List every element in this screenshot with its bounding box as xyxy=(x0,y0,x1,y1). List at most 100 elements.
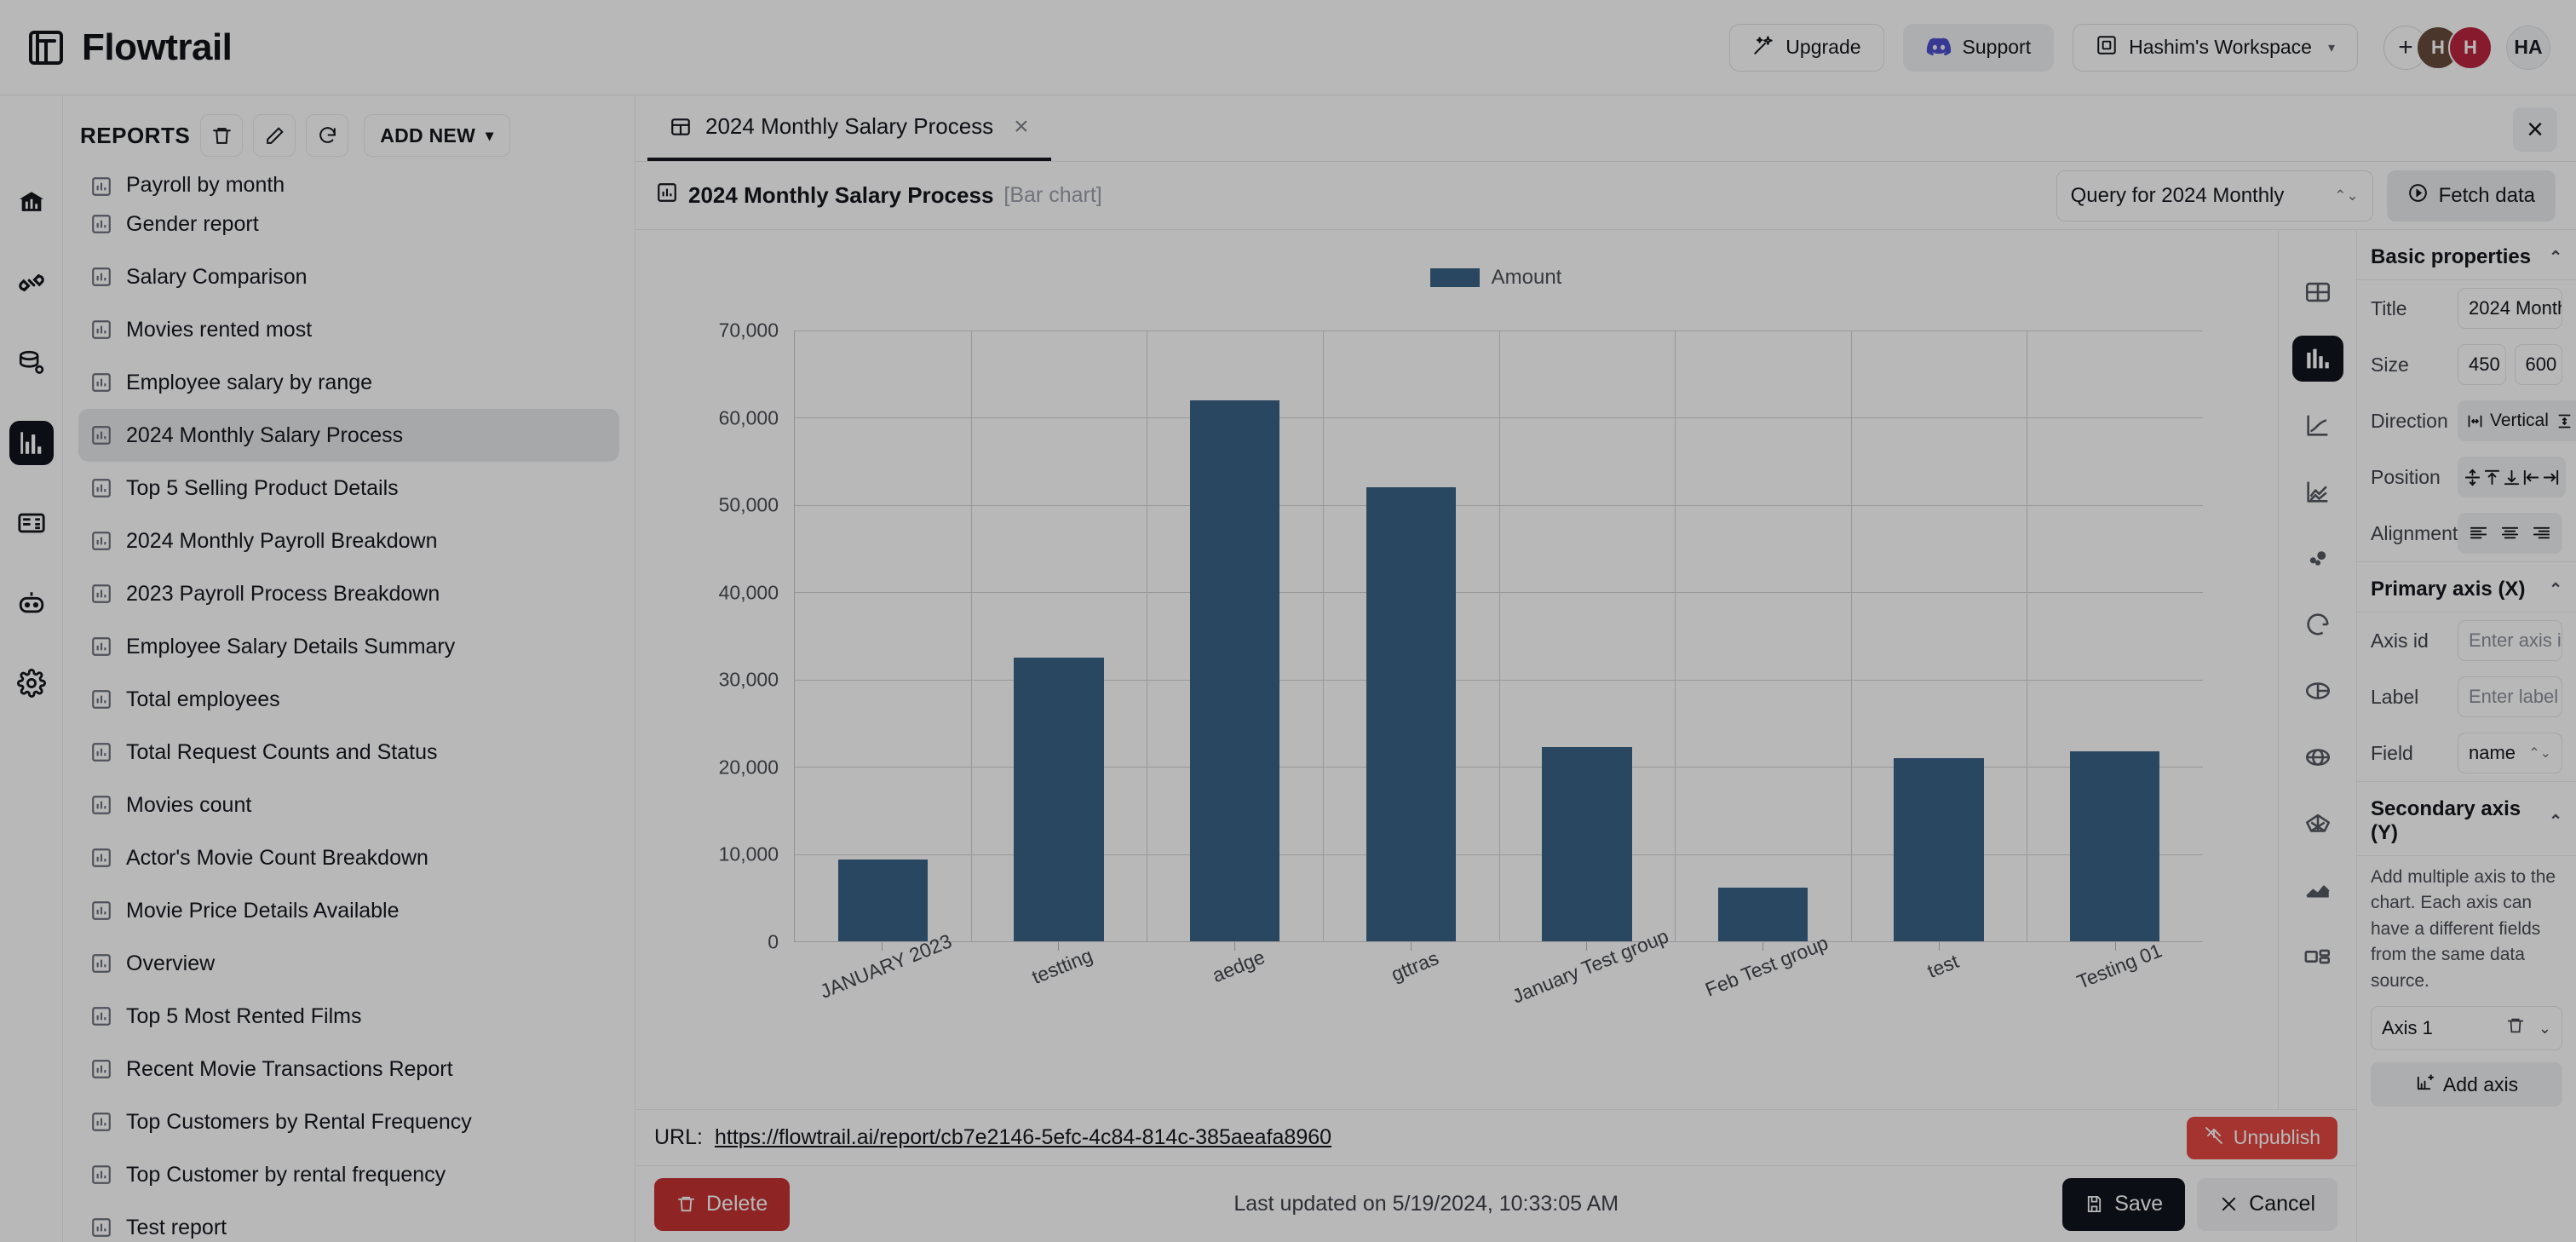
align-left-icon[interactable] xyxy=(2469,524,2488,543)
bar[interactable] xyxy=(2070,750,2160,941)
bar[interactable] xyxy=(1542,746,1632,941)
position-left-icon[interactable] xyxy=(2521,468,2541,487)
settings-gear-icon[interactable] xyxy=(9,661,54,705)
axis-field-select[interactable]: name ⌃⌄ xyxy=(2458,733,2562,773)
bar[interactable] xyxy=(1189,400,1280,941)
report-list-item[interactable]: 2024 Monthly Payroll Breakdown xyxy=(78,515,619,567)
report-list-item[interactable]: Movies rented most xyxy=(78,303,619,356)
direction-vertical-button[interactable]: Vertical xyxy=(2463,411,2552,431)
save-button[interactable]: Save xyxy=(2062,1177,2186,1231)
bar-slot xyxy=(1851,331,2027,941)
position-top-icon[interactable] xyxy=(2482,468,2502,487)
report-list-item[interactable]: Top Customers by Rental Frequency xyxy=(78,1095,619,1148)
chevron-up-icon: ⌃ xyxy=(2549,248,2562,267)
primary-axis-header[interactable]: Primary axis (X) ⌃ xyxy=(2357,561,2576,612)
donut-chart-icon[interactable] xyxy=(2292,601,2343,647)
size-width-input[interactable]: 450 xyxy=(2458,344,2506,385)
upgrade-button[interactable]: Upgrade xyxy=(1729,23,1884,72)
close-icon xyxy=(2219,1194,2239,1214)
size-row: Size 450 600 xyxy=(2357,336,2576,393)
align-right-icon[interactable] xyxy=(2532,524,2551,543)
bar[interactable] xyxy=(1014,658,1104,941)
report-list-item[interactable]: Recent Movie Transactions Report xyxy=(78,1043,619,1095)
close-icon[interactable]: × xyxy=(2513,107,2557,152)
axis-label-input[interactable]: Enter label for x axis xyxy=(2458,676,2562,717)
database-settings-icon[interactable] xyxy=(9,341,54,385)
direction-horizontal-button[interactable]: Horizontal xyxy=(2552,411,2576,431)
line-chart-icon[interactable] xyxy=(2292,402,2343,448)
card-chart-icon[interactable] xyxy=(2292,934,2343,980)
position-bottom-icon[interactable] xyxy=(2502,468,2521,487)
query-select[interactable]: Query for 2024 Monthly ⌃⌄ xyxy=(2056,170,2373,221)
tab-2024-monthly-salary-process[interactable]: 2024 Monthly Salary Process × xyxy=(647,95,1051,161)
align-center-icon[interactable] xyxy=(2500,524,2520,543)
delete-button[interactable]: Delete xyxy=(654,1177,791,1231)
bar-chart-icon[interactable] xyxy=(2291,336,2343,382)
charts-icon[interactable] xyxy=(9,421,54,465)
report-list-item[interactable]: Top Customer by rental frequency xyxy=(78,1148,619,1201)
radar-globe-chart-icon[interactable] xyxy=(2292,734,2343,780)
position-right-icon[interactable] xyxy=(2541,468,2561,487)
report-list-item[interactable]: Top 5 Selling Product Details xyxy=(78,462,619,515)
reports-sidebar-header: REPORTS ADD NEW ▾ xyxy=(63,95,635,169)
secondary-axis-header[interactable]: Secondary axis (Y) ⌃ xyxy=(2357,781,2576,856)
save-disk-icon xyxy=(2084,1194,2104,1214)
ai-bot-icon[interactable] xyxy=(9,581,54,625)
edit-icon[interactable] xyxy=(253,114,296,157)
report-list-item[interactable]: Test report xyxy=(78,1201,619,1242)
bar[interactable] xyxy=(837,859,928,941)
home-icon[interactable] xyxy=(9,181,54,225)
table-chart-icon[interactable] xyxy=(2292,269,2343,315)
basic-properties-header[interactable]: Basic properties ⌃ xyxy=(2357,230,2576,280)
scatter-chart-icon[interactable] xyxy=(2292,535,2343,581)
report-list-item[interactable]: Total employees xyxy=(78,673,619,726)
report-list-item[interactable]: Movie Price Details Available xyxy=(78,884,619,937)
bar[interactable] xyxy=(1717,887,1808,941)
close-icon[interactable]: × xyxy=(1014,112,1029,141)
pie-chart-icon[interactable] xyxy=(2292,668,2343,714)
report-list-item[interactable]: Employee salary by range xyxy=(78,356,619,409)
report-list-item[interactable]: Top 5 Most Rented Films xyxy=(78,990,619,1043)
axis-1-item[interactable]: Axis 1 ⌄ xyxy=(2371,1006,2562,1051)
user-avatar[interactable]: HA xyxy=(2506,25,2550,70)
bar[interactable] xyxy=(1894,757,1984,941)
title-input[interactable]: 2024 Monthly Salary Proce xyxy=(2458,288,2562,329)
size-height-input[interactable]: 600 xyxy=(2514,344,2562,385)
brand[interactable]: Flowtrail xyxy=(0,26,233,69)
report-list-item[interactable]: Salary Comparison xyxy=(78,250,619,303)
add-axis-button[interactable]: Add axis xyxy=(2371,1062,2562,1107)
avatar[interactable]: H xyxy=(2448,25,2493,70)
bar[interactable] xyxy=(1366,487,1456,941)
unpublish-button[interactable]: Unpublish xyxy=(2186,1116,2337,1159)
report-list-item[interactable]: Employee Salary Details Summary xyxy=(78,620,619,673)
report-list-item[interactable]: 2024 Monthly Salary Process xyxy=(78,409,619,462)
reports-list[interactable]: Payroll by month Gender report Salary Comp… xyxy=(63,169,635,1242)
connections-icon[interactable] xyxy=(9,261,54,305)
refresh-icon[interactable] xyxy=(306,114,349,157)
area-chart-icon[interactable] xyxy=(2292,867,2343,913)
report-list-item[interactable]: Gender report xyxy=(78,198,619,250)
axis-id-input[interactable]: Enter axis id xyxy=(2458,620,2562,661)
report-list-item[interactable]: Movies count xyxy=(78,779,619,831)
chevron-down-icon[interactable]: ⌄ xyxy=(2539,1020,2551,1038)
area-line-chart-icon[interactable] xyxy=(2292,469,2343,515)
chart-legend: Amount xyxy=(635,230,2356,290)
delete-icon[interactable] xyxy=(200,114,244,157)
report-list-item[interactable]: Total Request Counts and Status xyxy=(78,726,619,779)
position-center-icon[interactable] xyxy=(2463,468,2482,487)
add-new-button[interactable]: ADD NEW ▾ xyxy=(364,114,510,157)
chart-type-selector xyxy=(2278,230,2356,1242)
dashboard-icon[interactable] xyxy=(9,501,54,545)
workspace-switcher-button[interactable]: Hashim's Workspace ▾ xyxy=(2073,23,2358,72)
report-url-link[interactable]: https://flowtrail.ai/report/cb7e2146-5ef… xyxy=(715,1125,1331,1150)
delete-icon[interactable] xyxy=(2506,1016,2525,1040)
polygon-chart-icon[interactable] xyxy=(2292,801,2343,847)
primary-axis-title: Primary axis (X) xyxy=(2371,578,2526,601)
report-list-item[interactable]: 2023 Payroll Process Breakdown xyxy=(78,567,619,620)
report-list-item[interactable]: Payroll by month xyxy=(78,169,619,198)
support-button[interactable]: Support xyxy=(1902,23,2055,72)
cancel-button[interactable]: Cancel xyxy=(2197,1177,2337,1231)
fetch-data-button[interactable]: Fetch data xyxy=(2386,170,2556,221)
report-list-item[interactable]: Overview xyxy=(78,937,619,990)
report-list-item[interactable]: Actor's Movie Count Breakdown xyxy=(78,831,619,884)
